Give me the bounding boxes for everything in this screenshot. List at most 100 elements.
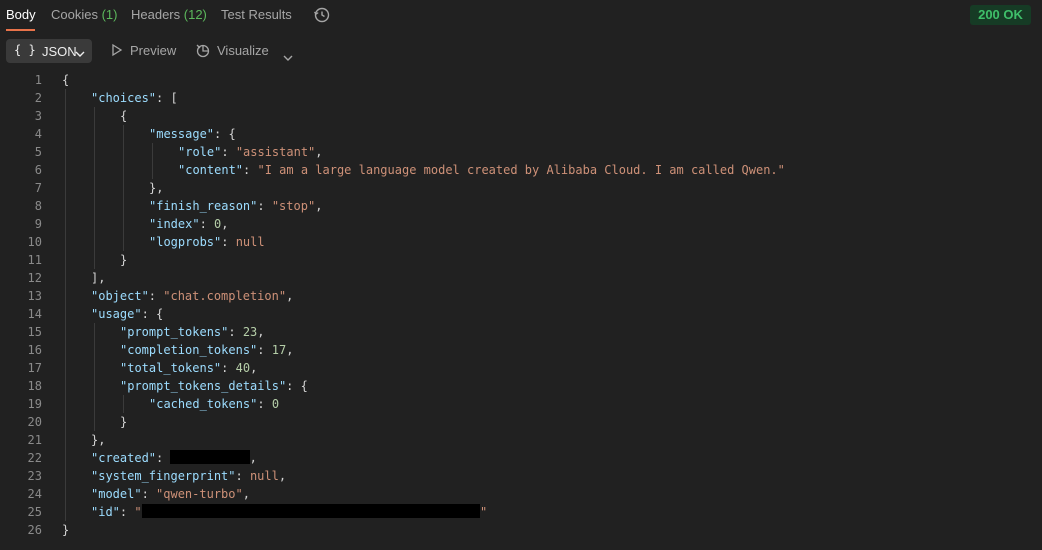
line-number: 5 <box>34 145 42 159</box>
history-icon[interactable] <box>313 6 331 24</box>
code-token: : <box>257 397 272 411</box>
code-token: "assistant" <box>235 145 316 159</box>
line-number: 14 <box>27 307 42 321</box>
code-token: , <box>286 289 294 303</box>
code-token: "total_tokens" <box>120 361 222 375</box>
tab-headers-count: (12) <box>183 7 207 22</box>
code-line: 10 "logprobs": null <box>0 233 1042 251</box>
code-token: "stop" <box>271 199 316 213</box>
code-content: "role": "assistant", <box>178 143 323 161</box>
line-number: 18 <box>27 379 42 393</box>
code-token: , <box>242 487 250 501</box>
code-token: : { <box>286 379 308 393</box>
status-badge: 200 OK <box>970 5 1031 25</box>
code-line: 20} <box>0 413 1042 431</box>
line-number: 17 <box>27 361 42 375</box>
code-content: "index": 0, <box>149 215 229 233</box>
code-token: ], <box>91 271 106 285</box>
code-content: "created": , <box>91 449 257 467</box>
code-token: : <box>235 469 250 483</box>
response-tabs: Body Cookies (1) Headers (12) Test Resul… <box>0 0 1042 31</box>
code-line: 3{ <box>0 107 1042 125</box>
line-number: 11 <box>27 253 42 267</box>
code-content: "completion_tokens": 17, <box>120 341 293 359</box>
code-token: "choices" <box>91 91 157 105</box>
line-number: 8 <box>34 199 42 213</box>
code-line: 6 "content": "I am a large language model… <box>0 161 1042 179</box>
tab-test-results[interactable]: Test Results <box>221 7 292 22</box>
code-token: "created" <box>91 451 157 465</box>
code-content: ], <box>91 269 105 287</box>
line-number: 12 <box>27 271 42 285</box>
line-number: 1 <box>34 73 42 87</box>
code-token: : <box>257 199 272 213</box>
line-number: 3 <box>34 109 42 123</box>
code-content: } <box>62 521 69 539</box>
code-content: }, <box>91 431 105 449</box>
code-token: , <box>286 343 294 357</box>
code-token: 23 <box>242 325 258 339</box>
tab-cookies-count: (1) <box>101 7 118 22</box>
code-content: "prompt_tokens": 23, <box>120 323 265 341</box>
code-content: "object": "chat.completion", <box>91 287 293 305</box>
code-content: "total_tokens": 40, <box>120 359 257 377</box>
line-number: 9 <box>34 217 42 231</box>
code-token: : <box>148 289 164 303</box>
preview-label: Preview <box>130 43 177 58</box>
code-content: "logprobs": null <box>149 233 265 251</box>
code-line: 19 "cached_tokens": 0 <box>0 395 1042 413</box>
code-token: "model" <box>91 487 142 501</box>
indent-guide <box>123 395 124 413</box>
code-line: 22 "created": , <box>0 449 1042 467</box>
indent-guide <box>94 107 95 269</box>
code-token: "logprobs" <box>149 235 222 249</box>
code-line: 24 "model": "qwen-turbo", <box>0 485 1042 503</box>
indent-guide <box>152 143 153 179</box>
line-number: 6 <box>34 163 42 177</box>
code-token: : { <box>214 127 236 141</box>
code-token: "content" <box>178 163 244 177</box>
code-line: 26} <box>0 521 1042 539</box>
code-content: } <box>120 251 127 269</box>
visualize-options-chevron-icon[interactable] <box>283 49 293 67</box>
line-number: 15 <box>27 325 42 339</box>
code-content: "id": " " <box>91 503 487 521</box>
line-number: 7 <box>34 181 42 195</box>
code-token: "index" <box>149 217 200 231</box>
code-line: 17 "total_tokens": 40, <box>0 359 1042 377</box>
code-token: "qwen-turbo" <box>156 487 243 501</box>
code-token: 40 <box>235 361 251 375</box>
code-token: , <box>278 469 287 483</box>
line-number: 19 <box>27 397 42 411</box>
line-number: 26 <box>27 523 42 537</box>
code-content: "choices": [ <box>91 89 178 107</box>
line-number: 21 <box>27 433 42 447</box>
code-line: 25 "id": " " <box>0 503 1042 521</box>
indent-guide <box>94 323 95 431</box>
tab-headers[interactable]: Headers (12) <box>131 7 207 22</box>
code-token: "cached_tokens" <box>149 397 258 411</box>
code-line: 11} <box>0 251 1042 269</box>
code-content: "cached_tokens": 0 <box>149 395 279 413</box>
code-token: 0 <box>271 397 280 411</box>
code-content: { <box>120 107 127 125</box>
visualize-button[interactable]: Visualize <box>195 43 275 59</box>
line-number: 16 <box>27 343 42 357</box>
code-content: "content": "I am a large language model … <box>178 161 785 179</box>
code-token: } <box>120 253 128 267</box>
code-token: }, <box>149 181 164 195</box>
preview-button[interactable]: Preview <box>111 43 181 59</box>
tab-cookies[interactable]: Cookies (1) <box>51 7 117 22</box>
format-dropdown[interactable]: { } JSON <box>6 39 92 63</box>
line-number: 24 <box>27 487 42 501</box>
code-token: "message" <box>149 127 215 141</box>
json-editor[interactable]: 1{2 "choices": [3{4 "message": {5 "role": "… <box>0 70 1042 550</box>
json-braces-icon: { } <box>14 43 36 57</box>
code-line: 21}, <box>0 431 1042 449</box>
code-token: } <box>120 415 128 429</box>
code-token: " <box>479 505 488 519</box>
line-number: 25 <box>27 505 42 519</box>
tab-body[interactable]: Body <box>6 7 36 22</box>
code-token: : <box>243 163 258 177</box>
code-content: } <box>120 413 127 431</box>
